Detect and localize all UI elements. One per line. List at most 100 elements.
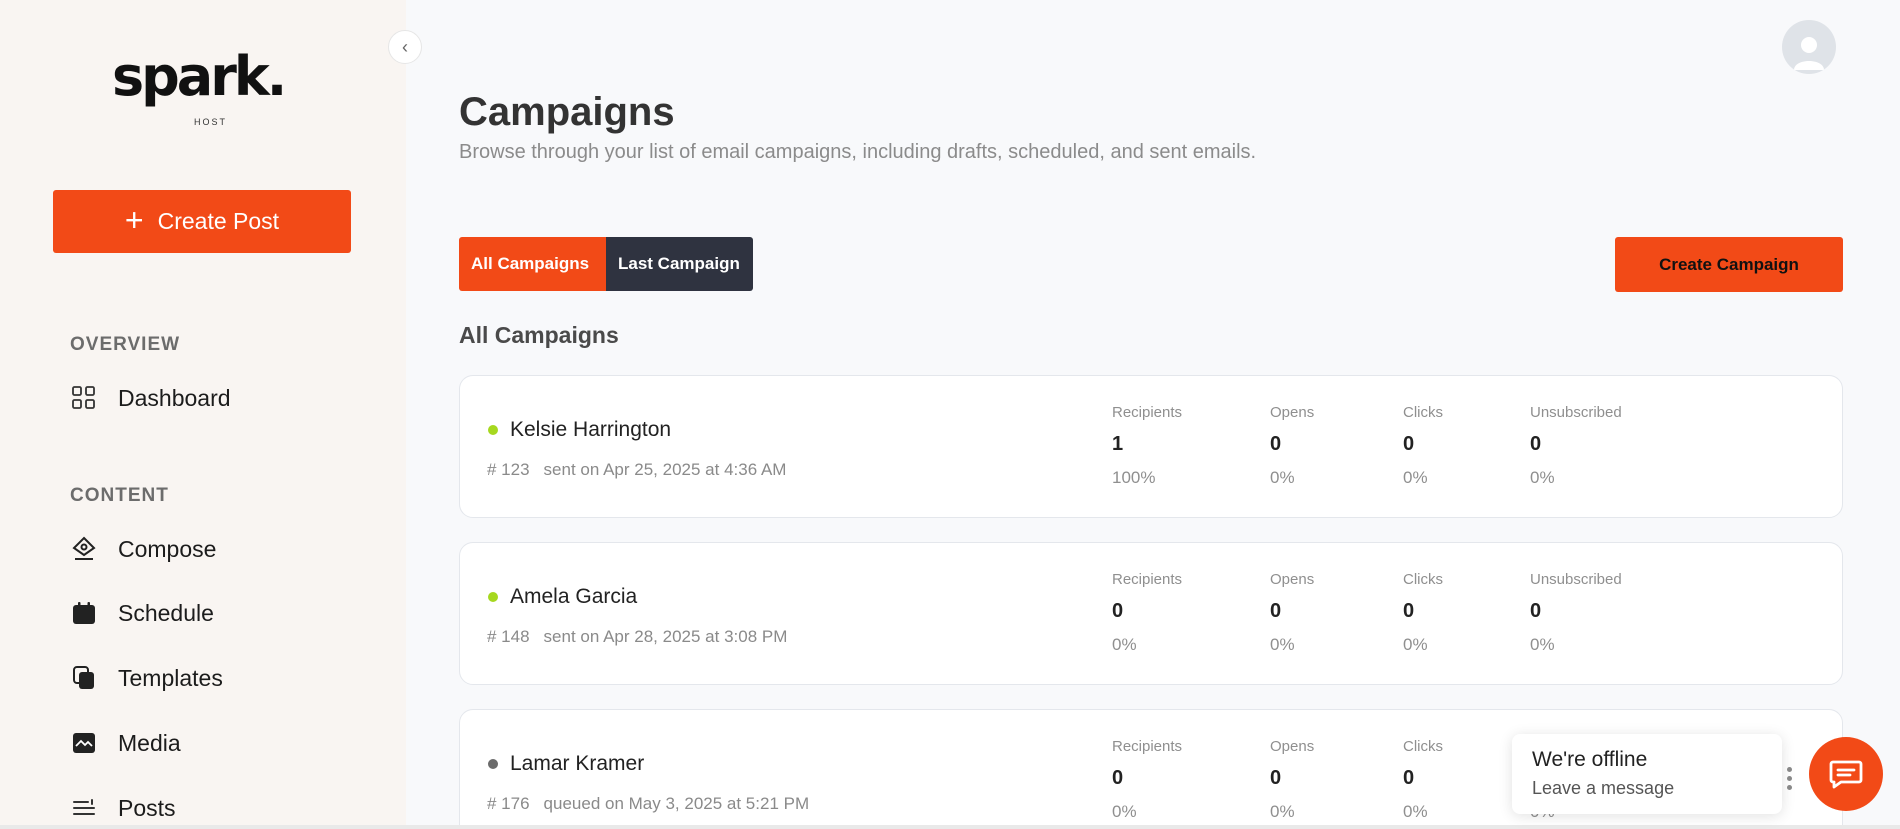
sidebar: spark. HOST + Create Post OVERVIEW Dashb… — [0, 0, 406, 829]
chat-icon — [1829, 760, 1863, 789]
stat-recipients: Recipients 0 0% — [1112, 571, 1182, 655]
status-dot — [488, 759, 498, 769]
stat-label: Recipients — [1112, 404, 1183, 421]
stat-percent: 0% — [1270, 468, 1295, 487]
status-dot — [488, 592, 498, 602]
stat-label: Opens — [1270, 404, 1315, 421]
campaign-meta: # 148 sent on Apr 28, 2025 at 3:08 PM — [487, 627, 787, 647]
sidebar-item-schedule[interactable]: Schedule — [70, 599, 214, 627]
stat-label: Clicks — [1403, 738, 1443, 755]
page-title: Campaigns — [459, 90, 675, 134]
section-label-content: CONTENT — [70, 485, 169, 506]
sidebar-item-label: Compose — [118, 535, 217, 562]
section-label-overview: OVERVIEW — [70, 334, 181, 355]
status-dot — [488, 425, 498, 435]
user-icon — [1794, 37, 1824, 70]
stat-value: 0 — [1112, 600, 1124, 622]
campaign-list-heading: All Campaigns — [459, 322, 619, 348]
logo-wordmark: spark. — [112, 45, 287, 108]
campaign-id: # 176 — [487, 794, 530, 813]
stat-percent: 0% — [1403, 802, 1428, 821]
stat-value: 0 — [1403, 767, 1415, 789]
compose-icon — [70, 535, 98, 563]
campaign-name: Amela Garcia — [510, 585, 638, 608]
stat-percent: 0% — [1530, 468, 1555, 487]
stat-percent: 0% — [1112, 802, 1137, 821]
campaign-card[interactable]: Amela Garcia # 148 sent on Apr 28, 2025 … — [459, 542, 1843, 685]
sidebar-item-posts[interactable]: Posts — [70, 794, 176, 822]
sidebar-item-media[interactable]: Media — [70, 729, 181, 757]
tab-all-campaigns[interactable]: All Campaigns — [459, 237, 606, 291]
chat-offline-bubble[interactable]: We're offline Leave a message — [1512, 734, 1782, 814]
chat-launcher-button[interactable] — [1809, 737, 1883, 811]
chat-more-options-icon[interactable] — [1787, 767, 1795, 793]
stat-percent: 0% — [1403, 635, 1428, 654]
chat-subtitle: Leave a message — [1532, 778, 1675, 798]
stat-value: 0 — [1270, 767, 1282, 789]
calendar-icon — [70, 599, 98, 627]
stat-clicks: Clicks 0 0% — [1403, 571, 1443, 655]
sidebar-item-label: Templates — [118, 664, 223, 691]
campaign-status: sent on Apr 28, 2025 at 3:08 PM — [543, 627, 788, 646]
create-campaign-button[interactable]: Create Campaign — [1615, 237, 1843, 292]
stat-value: 0 — [1270, 600, 1282, 622]
stat-label: Opens — [1270, 571, 1315, 588]
create-post-button[interactable]: + Create Post — [53, 190, 351, 253]
stat-value: 0 — [1530, 600, 1542, 622]
stat-label: Unsubscribed — [1530, 571, 1622, 588]
campaign-status: queued on May 3, 2025 at 5:21 PM — [543, 794, 810, 813]
stat-percent: 0% — [1112, 635, 1137, 654]
sidebar-item-dashboard[interactable]: Dashboard — [70, 384, 231, 412]
stat-value: 0 — [1403, 433, 1415, 455]
create-post-label: Create Post — [157, 208, 280, 234]
stat-opens: Opens 0 0% — [1270, 404, 1314, 488]
stat-clicks: Clicks 0 0% — [1403, 738, 1443, 822]
stat-percent: 0% — [1270, 802, 1295, 821]
sidebar-item-templates[interactable]: Templates — [70, 664, 223, 692]
stat-value: 0 — [1112, 767, 1124, 789]
bottom-divider — [0, 825, 1900, 829]
stat-percent: 0% — [1530, 635, 1555, 654]
tab-last-campaign[interactable]: Last Campaign — [606, 237, 753, 291]
templates-icon — [70, 664, 98, 692]
sidebar-item-label: Posts — [118, 794, 176, 821]
image-icon — [70, 729, 98, 757]
campaign-name: Lamar Kramer — [510, 752, 645, 775]
stat-recipients: Recipients 0 0% — [1112, 738, 1182, 822]
campaign-card[interactable]: Kelsie Harrington # 123 sent on Apr 25, … — [459, 375, 1843, 518]
stat-percent: 100% — [1112, 468, 1156, 487]
campaign-tabs: All Campaigns Last Campaign — [459, 237, 753, 291]
stat-opens: Opens 0 0% — [1270, 738, 1314, 822]
stat-label: Recipients — [1112, 571, 1183, 588]
stat-label: Unsubscribed — [1530, 404, 1622, 421]
sidebar-item-label: Media — [118, 729, 181, 756]
sidebar-item-label: Schedule — [118, 599, 214, 626]
collapse-sidebar-button[interactable]: ‹ — [388, 30, 422, 64]
stat-value: 0 — [1530, 433, 1542, 455]
stat-label: Recipients — [1112, 738, 1183, 755]
stat-percent: 0% — [1403, 468, 1428, 487]
campaign-id: # 123 — [487, 460, 530, 479]
campaign-status: sent on Apr 25, 2025 at 4:36 AM — [543, 460, 787, 479]
sidebar-item-label: Dashboard — [118, 384, 231, 411]
chevron-left-icon: ‹ — [402, 36, 408, 57]
campaign-id: # 148 — [487, 627, 530, 646]
stat-recipients: Recipients 1 100% — [1112, 404, 1182, 488]
stat-unsubscribed: Unsubscribed 0 0% — [1530, 404, 1622, 488]
stat-label: Clicks — [1403, 404, 1443, 421]
sidebar-item-compose[interactable]: Compose — [70, 535, 216, 563]
list-icon — [70, 794, 98, 822]
stat-value: 1 — [1112, 433, 1124, 455]
campaign-meta: # 176 queued on May 3, 2025 at 5:21 PM — [487, 794, 809, 814]
user-avatar[interactable] — [1782, 20, 1836, 74]
spark-host-logo[interactable]: spark. HOST — [112, 50, 306, 134]
stat-label: Opens — [1270, 738, 1315, 755]
stat-value: 0 — [1270, 433, 1282, 455]
stat-clicks: Clicks 0 0% — [1403, 404, 1443, 488]
dashboard-icon — [70, 384, 98, 412]
stat-label: Clicks — [1403, 571, 1443, 588]
stat-value: 0 — [1403, 600, 1415, 622]
stat-unsubscribed: Unsubscribed 0 0% — [1530, 571, 1622, 655]
campaign-name: Kelsie Harrington — [510, 418, 672, 441]
stat-percent: 0% — [1270, 635, 1295, 654]
